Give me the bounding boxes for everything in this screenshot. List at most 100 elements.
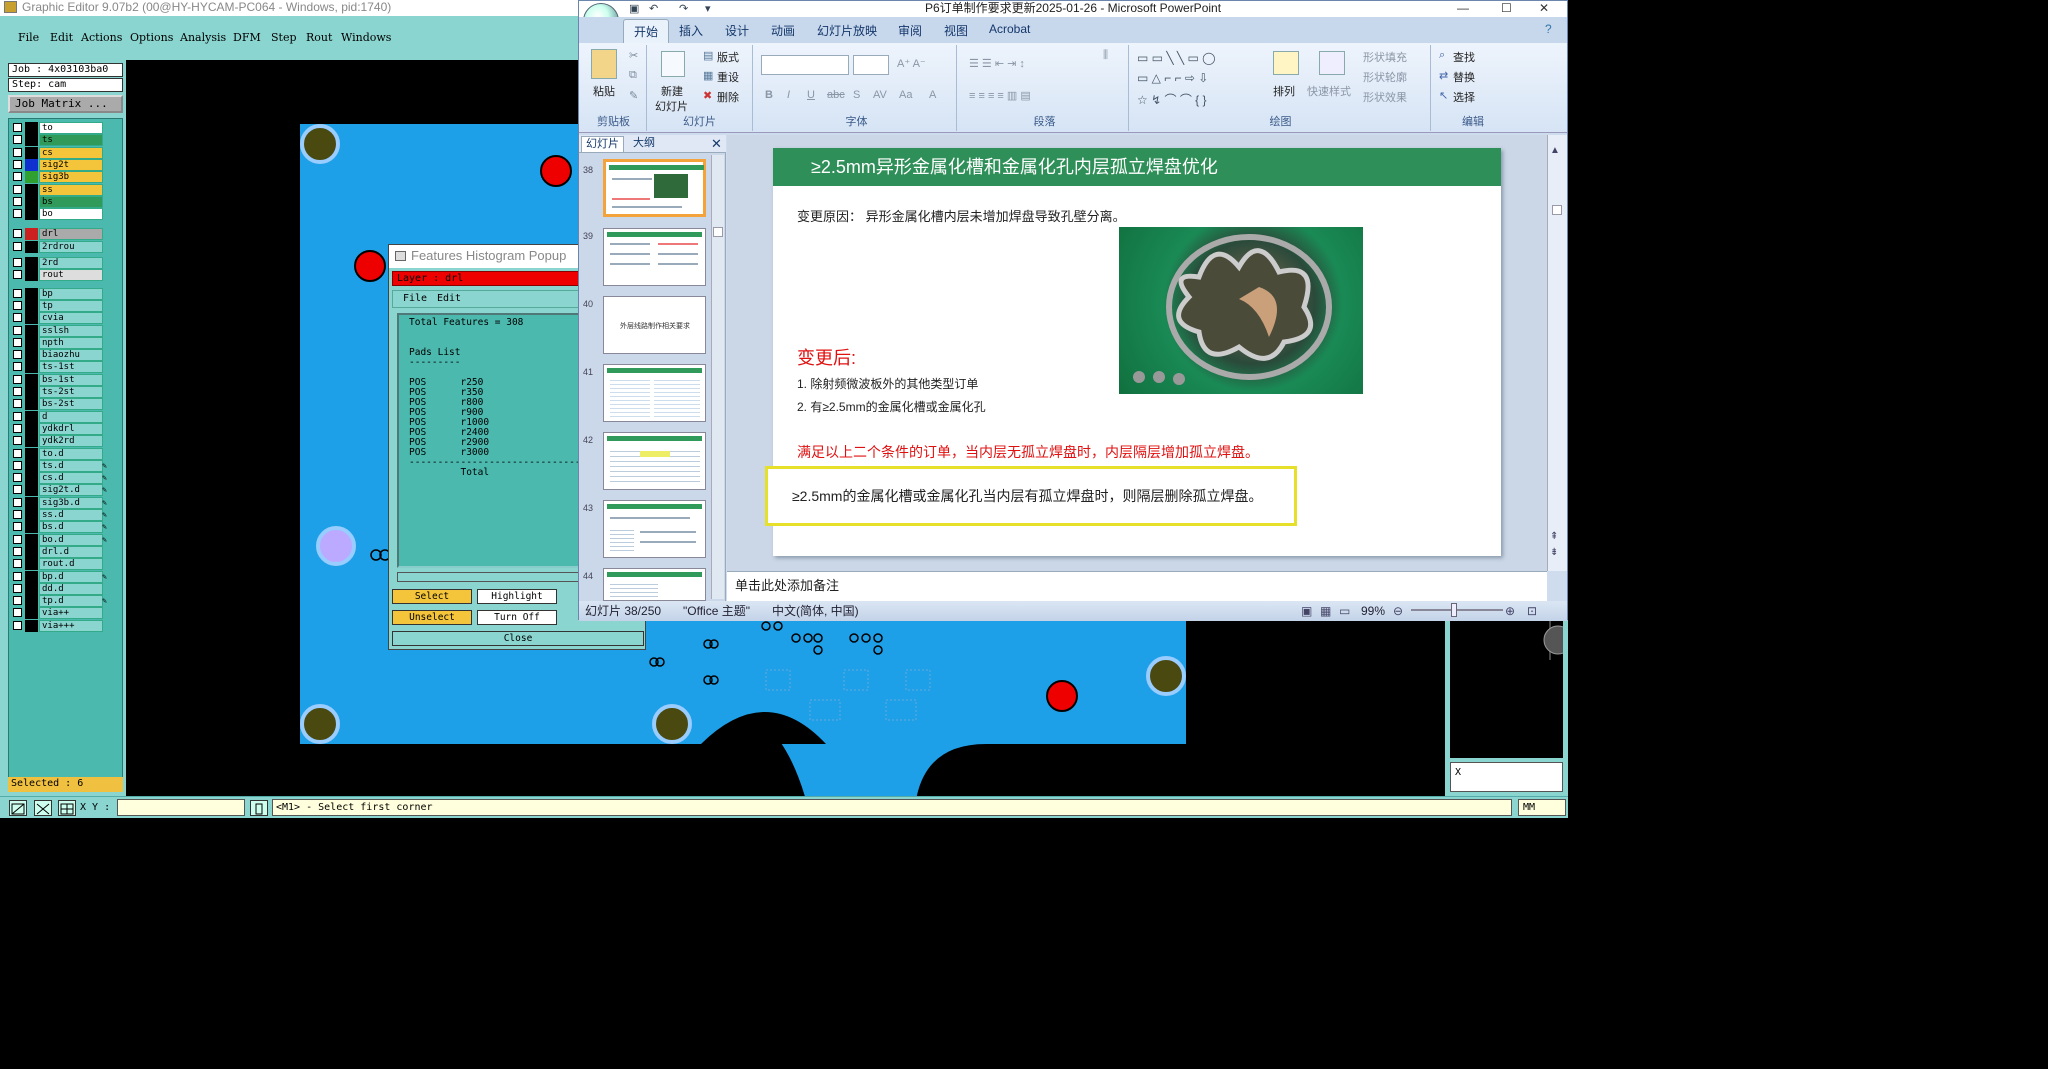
quick-styles-icon[interactable] [1319,51,1345,75]
layer-name[interactable]: sig2t [39,158,103,171]
menu-rout[interactable]: Rout [306,31,332,44]
layer-row[interactable]: bs.d ✎ [11,521,109,534]
layer-row[interactable]: to [11,122,109,134]
layer-name[interactable]: ts.d [39,459,103,472]
layer-color-swatch[interactable] [25,299,38,312]
layer-row[interactable]: tp.d ✎ [11,595,109,608]
layer-name[interactable]: ydkdrl [39,422,103,435]
arrange-button[interactable]: 排列 [1273,83,1295,99]
thumb-pane-scrollbar[interactable] [711,155,724,599]
qat-dropdown-icon[interactable]: ▾ [705,2,711,16]
paste-label[interactable]: 粘贴 [593,83,615,99]
layer-name[interactable]: ts [39,134,103,147]
layer-color-swatch[interactable] [25,324,38,337]
layer-name[interactable]: cvia [39,312,103,325]
layer-row[interactable]: cs.d ✎ [11,472,109,485]
new-slide-icon[interactable] [661,51,685,77]
units-indicator[interactable]: MM [1518,799,1566,816]
layer-name[interactable]: bp [39,287,103,300]
layer-row[interactable]: 2rdrou [11,240,109,253]
layer-row[interactable]: d [11,410,109,423]
new-slide-label[interactable]: 新建 [661,83,683,99]
layer-row[interactable]: ts.d ✎ [11,459,109,472]
layer-name[interactable]: biaozhu [39,349,103,362]
layer-row[interactable]: ss.d ✎ [11,509,109,521]
layer-row[interactable]: bs-2st [11,398,109,411]
slideshow-view-icon[interactable]: ▭ [1339,602,1350,620]
quick-styles-button[interactable]: 快速样式 [1307,83,1351,99]
layer-checkbox[interactable] [13,350,22,360]
layer-checkbox[interactable] [13,571,22,581]
layout-button[interactable]: 版式 [717,49,739,65]
layer-name[interactable]: bs-1st [39,373,103,386]
menu-dfm[interactable]: DFM [233,31,261,44]
tab-acrobat[interactable]: Acrobat [989,22,1030,36]
tab-slides-pane[interactable]: 幻灯片 [581,136,624,152]
layer-row[interactable]: npth [11,336,109,349]
layer-color-swatch[interactable] [25,459,38,472]
layer-name[interactable]: rout.d [39,558,103,571]
tab-review[interactable]: 审阅 [898,22,922,39]
layer-checkbox[interactable] [13,196,22,206]
layer-color-swatch[interactable] [25,312,38,325]
tab-outline-pane[interactable]: 大纲 [629,136,659,152]
shape-effects-button[interactable]: 形状效果 [1363,89,1407,105]
layer-color-swatch[interactable] [25,269,38,282]
thumb-slide-38[interactable] [603,159,706,217]
prev-slide-icon[interactable]: ⇞ [1550,531,1558,542]
close-icon[interactable]: ✕ [1539,1,1549,15]
fit-to-window-icon[interactable]: ⊡ [1527,602,1537,620]
tab-animations[interactable]: 动画 [771,22,795,39]
layer-row[interactable]: ydk2rd [11,435,109,448]
layer-checkbox[interactable] [13,423,22,433]
scroll-up-icon[interactable]: ▲ [1550,145,1560,156]
italic-icon[interactable]: I [787,89,790,101]
help-icon[interactable]: ? [1545,22,1552,36]
menu-options[interactable]: Options [130,31,173,44]
thumb-slide-40[interactable]: 外层线路制作相关要求 [603,296,706,354]
slide-photo[interactable] [1119,227,1363,394]
layer-name[interactable]: drl [39,228,103,241]
job-matrix-button[interactable]: Job Matrix ... [8,95,123,113]
menu-step[interactable]: Step [271,31,297,44]
layer-color-swatch[interactable] [25,257,38,269]
bold-icon[interactable]: B [765,89,773,101]
thumb-slide-43[interactable] [603,500,706,558]
layer-color-swatch[interactable] [25,208,38,221]
layer-name[interactable]: tp.d [39,595,103,608]
layer-row[interactable]: bp [11,287,109,300]
layer-checkbox[interactable] [13,209,22,219]
shape-outline-button[interactable]: 形状轮廓 [1363,69,1407,85]
notes-pane[interactable]: 单击此处添加备注 [727,571,1547,601]
measure-icon[interactable] [34,800,52,816]
layer-row[interactable]: sslsh [11,324,109,337]
layer-checkbox[interactable] [13,325,22,335]
select-button[interactable]: Select [392,589,472,604]
font-size-combo[interactable] [853,55,889,75]
layer-row[interactable]: rout [11,269,109,282]
layer-color-swatch[interactable] [25,484,38,497]
layer-row[interactable]: drl [11,228,109,241]
layer-name[interactable]: bo.d [39,533,103,546]
layer-color-swatch[interactable] [25,545,38,558]
layer-row[interactable]: bo.d ✎ [11,533,109,546]
layer-row[interactable]: rout.d [11,558,109,571]
layer-row[interactable]: dd.d [11,582,109,595]
slide-reason-text[interactable]: 变更原因： 异形金属化槽内层未增加焊盘导致孔壁分离。 [797,206,1126,225]
layer-color-swatch[interactable] [25,533,38,546]
layer-name[interactable]: ss.d [39,509,103,521]
menu-edit[interactable]: Edit [50,31,73,44]
thumb-slide-41[interactable] [603,364,706,422]
zoom-slider-thumb[interactable] [1451,603,1457,617]
layer-checkbox[interactable] [13,374,22,384]
zoom-window-icon[interactable] [9,800,27,816]
layer-name[interactable]: 2rd [39,257,103,269]
layer-checkbox[interactable] [13,399,22,409]
layer-color-swatch[interactable] [25,521,38,534]
layer-checkbox[interactable] [13,172,22,182]
delete-button[interactable]: 删除 [717,89,739,105]
layer-checkbox[interactable] [13,460,22,470]
layer-checkbox[interactable] [13,147,22,157]
layer-color-swatch[interactable] [25,361,38,374]
tab-design[interactable]: 设计 [725,22,749,39]
